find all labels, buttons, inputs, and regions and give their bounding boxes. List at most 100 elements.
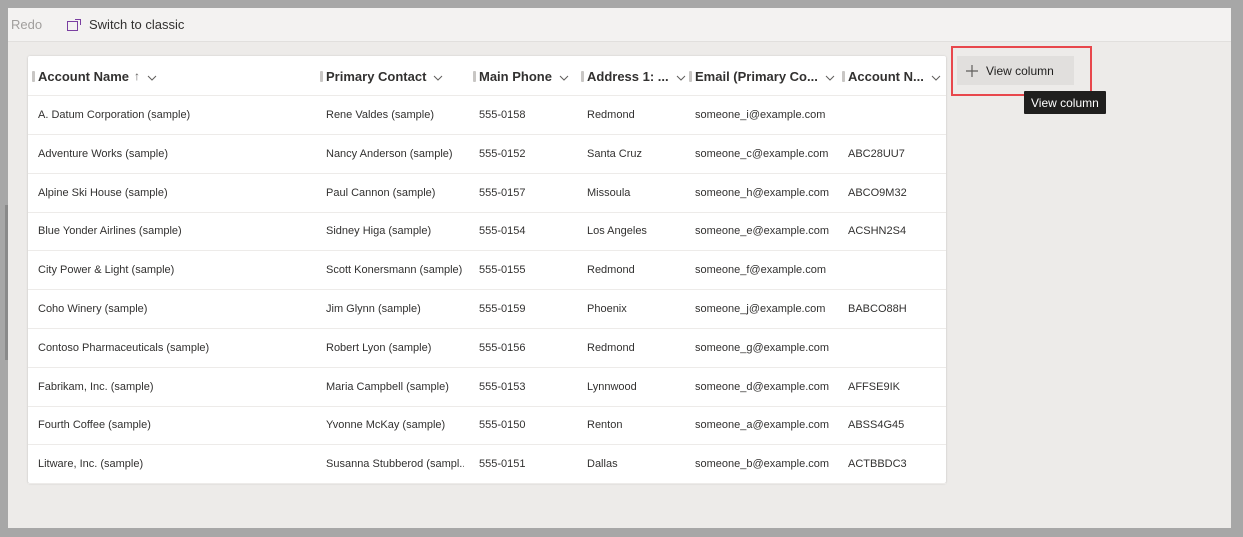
column-header-label: Primary Contact <box>326 68 427 84</box>
table-cell[interactable]: someone_i@example.com <box>695 96 840 134</box>
chevron-down-icon[interactable] <box>433 71 443 81</box>
table-cell[interactable]: Susanna Stubberod (sampl... <box>326 445 464 483</box>
table-cell: Dallas <box>587 458 618 471</box>
table-row[interactable]: Fabrikam, Inc. (sample) Maria Campbell (s… <box>28 368 946 407</box>
table-cell: 555-0153 <box>479 380 526 393</box>
table-cell: 555-0159 <box>479 303 526 315</box>
table-cell: Redmond <box>587 264 635 277</box>
column-header-4[interactable]: Email (Primary Co... <box>689 56 835 96</box>
table-cell: Lynnwood <box>587 380 637 393</box>
table-row[interactable]: Litware, Inc. (sample) Susanna Stubberod … <box>28 445 946 485</box>
table-cell[interactable]: Rene Valdes (sample) <box>326 96 464 134</box>
chevron-down-icon[interactable] <box>559 71 569 81</box>
table-cell[interactable]: Fourth Coffee (sample) <box>38 406 318 444</box>
table-cell[interactable]: City Power & Light (sample) <box>38 251 318 289</box>
redo-button[interactable]: Redo <box>8 17 58 32</box>
column-resize-grip[interactable] <box>473 70 476 82</box>
table-cell[interactable]: Blue Yonder Airlines (sample) <box>38 212 318 250</box>
column-header-2[interactable]: Main Phone <box>473 56 569 96</box>
table-cell: 555-0154 <box>479 225 526 238</box>
table-cell: Santa Cruz <box>587 147 643 160</box>
table-cell[interactable]: A. Datum Corporation (sample) <box>38 96 318 134</box>
column-header-0[interactable]: Account Name ↑ <box>32 56 157 96</box>
switch-to-classic-button[interactable]: Switch to classic <box>66 17 184 32</box>
column-resize-grip[interactable] <box>689 70 692 82</box>
table-cell <box>848 329 943 367</box>
table-row[interactable]: Coho Winery (sample) Jim Glynn (sample) 55… <box>28 290 946 329</box>
table-cell[interactable]: Sidney Higa (sample) <box>326 212 464 250</box>
chevron-down-icon[interactable] <box>825 71 835 81</box>
table-cell[interactable]: someone_j@example.com <box>695 290 840 328</box>
view-column-button[interactable]: View column <box>957 56 1074 85</box>
table-cell: Redmond <box>587 341 635 354</box>
table-row[interactable]: City Power & Light (sample) Scott Konersm… <box>28 251 946 291</box>
table-cell[interactable]: someone_h@example.com <box>695 174 840 212</box>
table-cell[interactable]: Maria Campbell (sample) <box>326 368 464 406</box>
column-header-label: Address 1: ... <box>587 68 669 84</box>
column-header-3[interactable]: Address 1: ... <box>581 56 686 96</box>
column-resize-grip[interactable] <box>842 70 845 82</box>
table-cell[interactable]: someone_a@example.com <box>695 406 840 444</box>
table-row[interactable]: Contoso Pharmaceuticals (sample) Robert L… <box>28 329 946 368</box>
column-header-label: Main Phone <box>479 68 552 84</box>
table-cell[interactable]: someone_d@example.com <box>695 368 840 406</box>
view-column-label: View column <box>986 63 1054 78</box>
column-header-label: Account N... <box>848 68 924 84</box>
column-resize-grip[interactable] <box>32 70 35 82</box>
column-header-1[interactable]: Primary Contact <box>320 56 443 96</box>
table-cell: ABC28UU7 <box>848 147 905 160</box>
switch-to-classic-label: Switch to classic <box>89 17 185 32</box>
table-cell: 555-0150 <box>479 419 526 432</box>
table-cell[interactable]: Paul Cannon (sample) <box>326 174 464 212</box>
table-cell: 555-0151 <box>479 458 526 471</box>
table-cell[interactable]: someone_c@example.com <box>695 135 840 173</box>
table-cell: Phoenix <box>587 303 627 315</box>
table-cell: Missoula <box>587 186 631 199</box>
column-resize-grip[interactable] <box>581 70 584 82</box>
plus-icon <box>965 64 979 78</box>
table-cell[interactable]: Coho Winery (sample) <box>38 290 318 328</box>
accounts-grid: Account Name ↑ Primary Contact Main Phone Ad… <box>28 56 946 485</box>
command-bar: Redo Switch to classic <box>8 8 1231 42</box>
table-cell: Los Angeles <box>587 225 647 238</box>
table-cell: Renton <box>587 419 623 432</box>
table-cell[interactable]: Alpine Ski House (sample) <box>38 174 318 212</box>
table-cell[interactable]: Contoso Pharmaceuticals (sample) <box>38 329 318 367</box>
column-header-label: Email (Primary Co... <box>695 68 818 84</box>
table-row[interactable]: A. Datum Corporation (sample) Rene Valdes… <box>28 96 946 135</box>
table-row[interactable]: Adventure Works (sample) Nancy Anderson (… <box>28 135 946 174</box>
table-cell: ABCO9M32 <box>848 186 907 199</box>
table-cell: 555-0155 <box>479 264 526 277</box>
table-row[interactable]: Alpine Ski House (sample) Paul Cannon (sa… <box>28 174 946 213</box>
table-cell[interactable]: Adventure Works (sample) <box>38 135 318 173</box>
table-cell[interactable]: Scott Konersmann (sample) <box>326 251 464 289</box>
table-row[interactable]: Fourth Coffee (sample) Yvonne McKay (samp… <box>28 406 946 446</box>
table-cell[interactable]: Litware, Inc. (sample) <box>38 445 318 483</box>
sort-ascending-icon: ↑ <box>134 69 141 83</box>
table-cell[interactable]: Nancy Anderson (sample) <box>326 135 464 173</box>
table-cell: ACTBBDC3 <box>848 458 907 471</box>
table-cell[interactable]: Fabrikam, Inc. (sample) <box>38 368 318 406</box>
table-cell <box>848 96 943 134</box>
chevron-down-icon[interactable] <box>676 71 686 81</box>
column-header-label: Account Name <box>38 68 130 84</box>
table-cell: 555-0158 <box>479 109 526 121</box>
chevron-down-icon[interactable] <box>931 71 941 81</box>
table-row[interactable]: Blue Yonder Airlines (sample) Sidney Higa… <box>28 212 946 252</box>
table-cell[interactable]: someone_f@example.com <box>695 251 840 289</box>
table-cell: Redmond <box>587 109 635 121</box>
table-cell[interactable]: Robert Lyon (sample) <box>326 329 464 367</box>
table-cell <box>848 251 943 289</box>
column-resize-grip[interactable] <box>320 70 323 82</box>
table-cell[interactable]: Jim Glynn (sample) <box>326 290 464 328</box>
table-cell: BABCO88H <box>848 303 907 315</box>
table-cell: 555-0157 <box>479 186 526 199</box>
table-cell: 555-0156 <box>479 341 526 354</box>
column-header-5[interactable]: Account N... <box>842 56 941 96</box>
table-cell[interactable]: someone_e@example.com <box>695 212 840 250</box>
switch-classic-icon <box>66 18 82 32</box>
table-cell[interactable]: someone_b@example.com <box>695 445 840 483</box>
table-cell[interactable]: Yvonne McKay (sample) <box>326 406 464 444</box>
chevron-down-icon[interactable] <box>147 71 157 81</box>
table-cell[interactable]: someone_g@example.com <box>695 329 840 367</box>
